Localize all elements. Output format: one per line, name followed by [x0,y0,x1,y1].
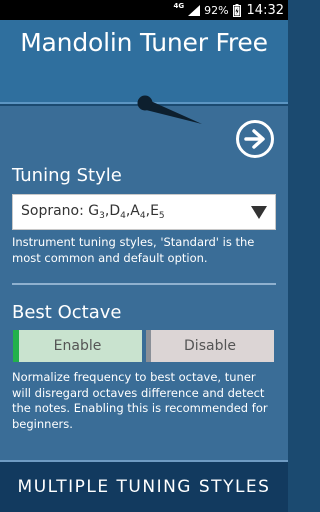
tuning-style-hint: Instrument tuning styles, 'Standard' is … [12,235,255,265]
signal-icon [188,4,201,16]
app-title: Mandolin Tuner Free [20,28,268,57]
tuning-style-title: Tuning Style [12,165,122,186]
best-octave-hint: Normalize frequency to best octave, tune… [12,370,268,431]
selected-indicator [13,330,19,362]
tuning-octave: 5 [158,211,165,221]
battery-percent: 92% [204,3,229,17]
tuning-note: A [130,203,140,219]
tuning-note: E [150,203,159,219]
dropdown-selected-value: Soprano: G3,D4,A4,E5 [21,203,165,221]
status-bar: 4G 92% 14:32 [0,0,288,20]
promo-banner: MULTIPLE TUNING STYLES [0,460,288,512]
tuning-note: G [88,203,100,219]
battery-icon [232,3,241,17]
clock: 14:32 [246,2,284,18]
tuning-note: D [109,203,121,219]
dropdown-arrow-icon [251,206,267,219]
section-divider [12,283,276,285]
tuning-name: Soprano: [21,203,89,219]
disable-label: Disable [184,338,236,354]
enable-label: Enable [53,338,102,354]
arrow-right-icon [244,129,265,149]
tuner-needle-icon [137,95,202,124]
network-indicator: 4G [173,1,185,10]
best-octave-title: Best Octave [12,302,122,323]
tuning-style-dropdown[interactable]: Soprano: G3,D4,A4,E5 [12,194,276,230]
unselected-indicator [146,330,151,362]
disable-button[interactable]: Disable [146,330,274,362]
enable-button[interactable]: Enable [13,330,142,362]
next-button[interactable] [236,120,274,158]
